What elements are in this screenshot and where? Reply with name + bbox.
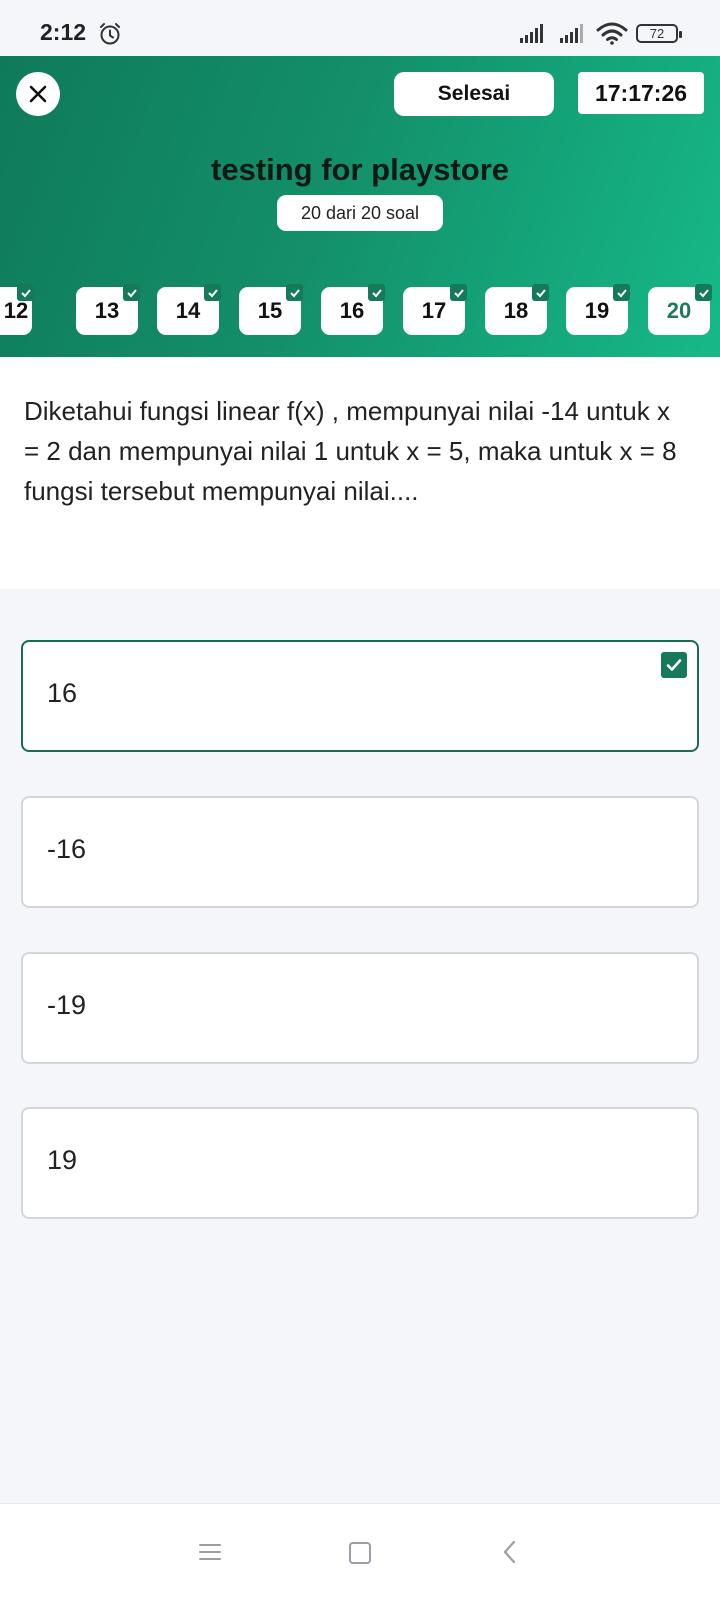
question-chip-label: 16 xyxy=(339,298,365,323)
back-icon[interactable] xyxy=(502,1540,518,1564)
question-chip-label: 13 xyxy=(94,298,120,323)
system-nav-bar xyxy=(0,1503,720,1601)
checkbox-checked-icon xyxy=(661,652,687,678)
wifi-icon xyxy=(596,22,628,45)
check-icon xyxy=(123,284,140,301)
answer-option-4[interactable]: 19 xyxy=(21,1107,699,1219)
finish-button[interactable]: Selesai xyxy=(394,72,554,116)
answer-option-label: -16 xyxy=(47,834,87,864)
question-text: Diketahui fungsi linear f(x) , mempunyai… xyxy=(24,396,677,506)
question-chip-20[interactable]: 20 xyxy=(648,284,712,335)
signal-icon xyxy=(560,24,583,43)
question-card: Diketahui fungsi linear f(x) , mempunyai… xyxy=(0,357,720,589)
answer-option-1[interactable]: 16 xyxy=(21,640,699,752)
question-chip-label: 19 xyxy=(584,298,610,323)
answer-option-label: 19 xyxy=(47,1145,78,1175)
close-button[interactable] xyxy=(16,72,60,116)
status-time: 2:12 xyxy=(40,19,87,45)
check-icon xyxy=(17,284,34,301)
answer-option-3[interactable]: -19 xyxy=(21,952,699,1064)
question-chip-16[interactable]: 16 xyxy=(321,284,385,335)
check-icon xyxy=(204,284,221,301)
alarm-icon xyxy=(100,23,120,45)
question-chip-label: 20 xyxy=(666,298,692,323)
question-chip-label: 14 xyxy=(175,298,201,323)
question-chip-label: 12 xyxy=(3,298,29,323)
check-icon xyxy=(532,284,549,301)
answer-option-2[interactable]: -16 xyxy=(21,796,699,908)
question-chip-15[interactable]: 15 xyxy=(239,284,303,335)
question-progress: 20 dari 20 soal xyxy=(277,195,443,231)
check-icon xyxy=(613,284,630,301)
countdown-timer: 17:17:26 xyxy=(578,72,704,114)
quiz-header: Selesai 17:17:26 testing for playstore 2… xyxy=(0,56,720,357)
close-icon xyxy=(29,85,47,103)
battery-icon: 72 xyxy=(636,24,682,43)
question-chip-13[interactable]: 13 xyxy=(76,284,140,335)
answer-option-label: -19 xyxy=(47,990,87,1020)
signal-icon xyxy=(520,24,543,43)
check-icon xyxy=(450,284,467,301)
question-chip-label: 18 xyxy=(503,298,529,323)
answer-option-label: 16 xyxy=(47,678,78,708)
home-icon[interactable] xyxy=(349,1542,371,1564)
question-chip-18[interactable]: 18 xyxy=(485,284,549,335)
status-bar: 2:12 72 xyxy=(0,0,720,56)
quiz-title: testing for playstore xyxy=(211,152,509,187)
question-chip-14[interactable]: 14 xyxy=(157,284,221,335)
menu-icon[interactable] xyxy=(199,1543,221,1561)
question-chip-19[interactable]: 19 xyxy=(566,284,630,335)
check-icon xyxy=(286,284,303,301)
question-chip-12[interactable]: 12 xyxy=(0,284,34,335)
check-icon xyxy=(368,284,385,301)
question-chip-label: 15 xyxy=(257,298,283,323)
question-chip-label: 17 xyxy=(421,298,447,323)
check-icon xyxy=(695,284,712,301)
question-nav: 12 13 14 15 16 17 18 19 20 xyxy=(0,284,720,343)
question-chip-17[interactable]: 17 xyxy=(403,284,467,335)
